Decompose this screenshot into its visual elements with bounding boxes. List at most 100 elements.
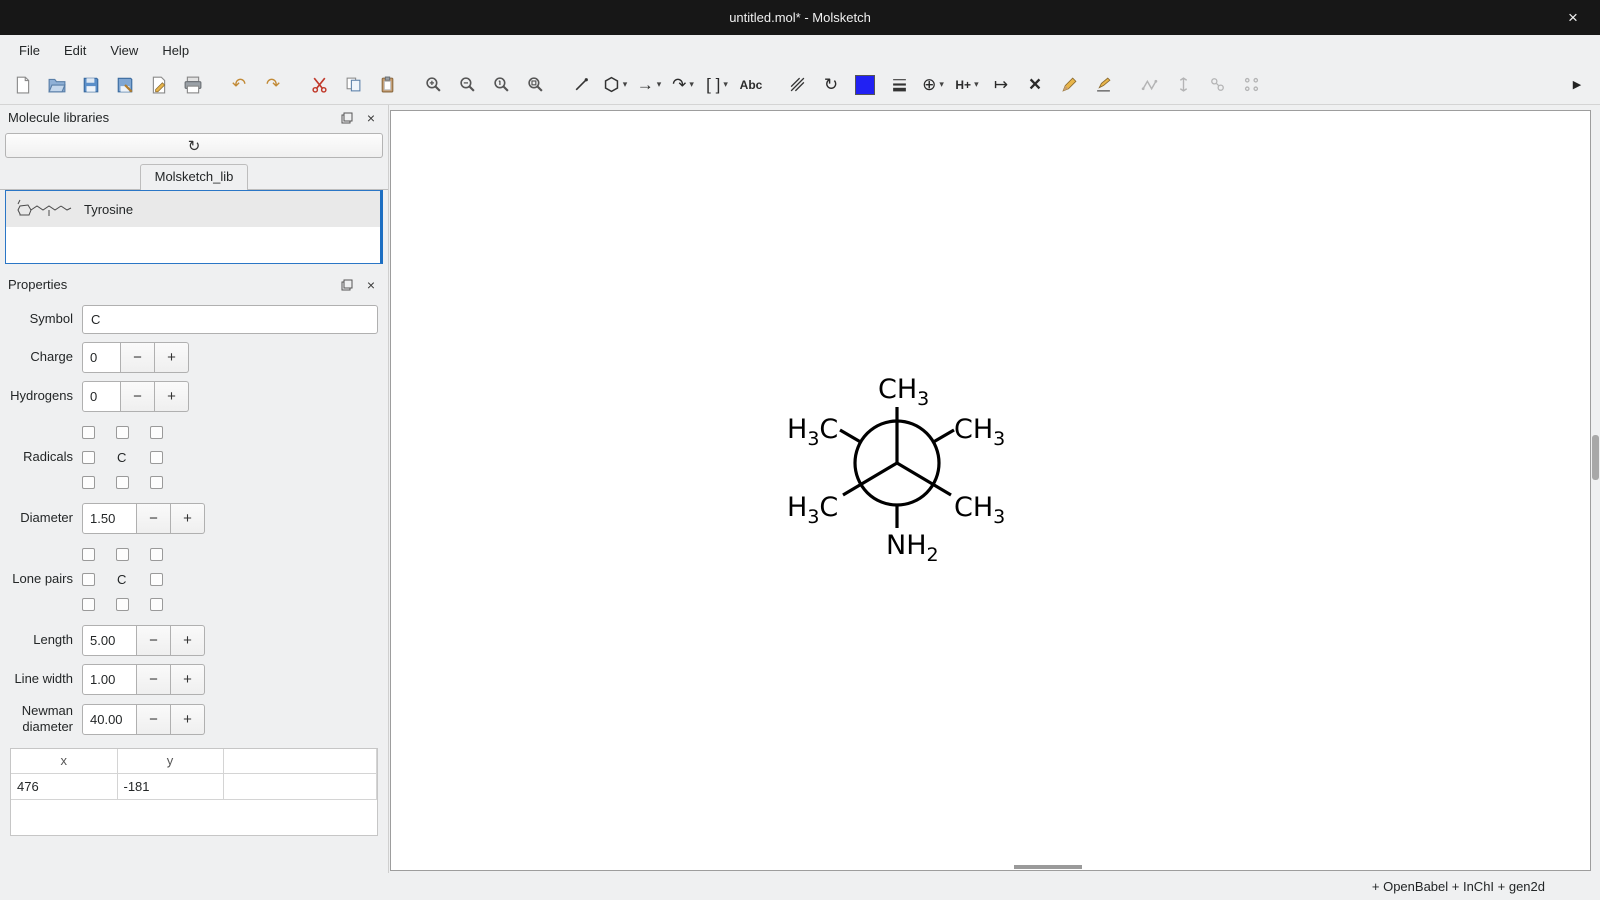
radical-checkbox[interactable] xyxy=(116,476,129,489)
length-decrement-button[interactable]: − xyxy=(137,625,171,656)
line-width-value[interactable]: 1.00 xyxy=(82,664,137,695)
atom-label-upper-left[interactable]: H3C xyxy=(787,414,838,450)
newman-diameter-value[interactable]: 40.00 xyxy=(82,704,137,735)
atom-label-top[interactable]: CH3 xyxy=(878,374,929,410)
cut-button[interactable] xyxy=(304,70,334,100)
front-bond-lower-right[interactable] xyxy=(897,463,951,495)
hatch-tool[interactable] xyxy=(782,70,812,100)
lone-pair-checkbox[interactable] xyxy=(116,548,129,561)
delete-tool[interactable]: × xyxy=(1020,70,1050,100)
chevron-down-icon[interactable]: ▾ xyxy=(657,79,662,90)
save-file-button[interactable] xyxy=(76,70,106,100)
menu-help[interactable]: Help xyxy=(151,39,200,62)
zoom-fit-button[interactable] xyxy=(520,70,550,100)
radical-checkbox[interactable] xyxy=(150,451,163,464)
coordinate-y-cell[interactable]: -181 xyxy=(117,774,223,800)
chevron-down-icon[interactable]: ▾ xyxy=(689,79,694,90)
diameter-decrement-button[interactable]: − xyxy=(137,503,171,534)
radical-checkbox[interactable] xyxy=(82,426,95,439)
library-list[interactable]: Tyrosine xyxy=(5,190,383,264)
line-width-increment-button[interactable]: + xyxy=(171,664,205,695)
symbol-input[interactable]: C xyxy=(82,305,378,334)
menu-view[interactable]: View xyxy=(99,39,149,62)
charge-increment-button[interactable]: + xyxy=(155,342,189,373)
radical-checkbox[interactable] xyxy=(150,476,163,489)
line-width-tool[interactable] xyxy=(884,70,914,100)
draw-pencil-tool[interactable] xyxy=(1054,70,1084,100)
lone-pair-checkbox[interactable] xyxy=(82,548,95,561)
lone-pair-checkbox[interactable] xyxy=(82,573,95,586)
chevron-down-icon[interactable]: ▾ xyxy=(939,79,944,90)
atom-label-lower-right[interactable]: CH3 xyxy=(954,492,1005,528)
new-file-button[interactable] xyxy=(8,70,38,100)
copy-button[interactable] xyxy=(338,70,368,100)
color-swatch-button[interactable] xyxy=(850,70,880,100)
zoom-out-button[interactable] xyxy=(452,70,482,100)
window-close-button[interactable]: × xyxy=(1558,0,1588,35)
close-dock-icon[interactable]: × xyxy=(362,109,380,127)
diameter-value[interactable]: 1.50 xyxy=(82,503,137,534)
edit-document-button[interactable] xyxy=(144,70,174,100)
angle-pencil-tool[interactable] xyxy=(1088,70,1118,100)
lone-pair-checkbox[interactable] xyxy=(116,598,129,611)
zoom-in-button[interactable] xyxy=(418,70,448,100)
rotate-tool[interactable]: ↻ xyxy=(816,70,846,100)
open-file-button[interactable] xyxy=(42,70,72,100)
length-increment-button[interactable]: + xyxy=(171,625,205,656)
length-value[interactable]: 5.00 xyxy=(82,625,137,656)
newman-projection-molecule[interactable]: CH3 H3C CH3 H3C CH3 NH2 xyxy=(391,111,1558,862)
vertical-scrollbar-thumb[interactable] xyxy=(1592,435,1599,480)
chevron-down-icon[interactable]: ▾ xyxy=(623,79,628,90)
horizontal-scrollbar-thumb[interactable] xyxy=(1014,865,1082,869)
hydrogens-increment-button[interactable]: + xyxy=(155,381,189,412)
lone-pair-checkbox[interactable] xyxy=(150,598,163,611)
zoom-original-button[interactable] xyxy=(486,70,516,100)
hydrogens-value[interactable]: 0 xyxy=(82,381,121,412)
coordinate-x-cell[interactable]: 476 xyxy=(11,774,117,800)
lone-pair-checkbox[interactable] xyxy=(150,573,163,586)
print-button[interactable] xyxy=(178,70,208,100)
molecule-bonds[interactable] xyxy=(840,407,954,528)
menu-file[interactable]: File xyxy=(8,39,51,62)
paste-button[interactable] xyxy=(372,70,402,100)
float-dock-icon[interactable] xyxy=(338,109,356,127)
hydrogen-map-tool[interactable]: ↦ xyxy=(986,70,1016,100)
save-as-button[interactable] xyxy=(110,70,140,100)
arrow-tool[interactable]: →▾ xyxy=(634,70,664,100)
diameter-increment-button[interactable]: + xyxy=(171,503,205,534)
lone-pair-checkbox[interactable] xyxy=(82,598,95,611)
text-tool[interactable]: Abc xyxy=(736,70,766,100)
drawing-canvas[interactable]: CH3 H3C CH3 H3C CH3 NH2 xyxy=(390,110,1591,871)
tab-molsketch-lib[interactable]: Molsketch_lib xyxy=(140,164,249,190)
list-item-tyrosine[interactable]: Tyrosine xyxy=(6,191,380,227)
chevron-down-icon[interactable]: ▾ xyxy=(723,79,728,90)
undo-button[interactable]: ↶ xyxy=(224,70,254,100)
menu-edit[interactable]: Edit xyxy=(53,39,97,62)
back-bond-upper-left[interactable] xyxy=(840,430,861,442)
atom-label-upper-right[interactable]: CH3 xyxy=(954,414,1005,450)
atom-label-bottom[interactable]: NH2 xyxy=(886,530,939,566)
close-dock-icon[interactable]: × xyxy=(362,276,380,294)
toolbar-extender-button[interactable]: ▶ xyxy=(1562,70,1592,100)
draw-bond-tool[interactable] xyxy=(566,70,596,100)
hydrogens-decrement-button[interactable]: − xyxy=(121,381,155,412)
hydrogen-tool[interactable]: H+▾ xyxy=(952,70,982,100)
mechanism-arrow-tool[interactable]: ↷▾ xyxy=(668,70,698,100)
radical-checkbox[interactable] xyxy=(116,426,129,439)
charge-tool[interactable]: ⊕▾ xyxy=(918,70,948,100)
atom-label-lower-left[interactable]: H3C xyxy=(787,492,838,528)
chevron-down-icon[interactable]: ▾ xyxy=(974,79,979,90)
charge-decrement-button[interactable]: − xyxy=(121,342,155,373)
ring-tool[interactable]: ▾ xyxy=(600,70,630,100)
line-width-decrement-button[interactable]: − xyxy=(137,664,171,695)
radical-checkbox[interactable] xyxy=(150,426,163,439)
front-bond-lower-left[interactable] xyxy=(843,463,897,495)
bracket-tool[interactable]: [ ]▾ xyxy=(702,70,732,100)
back-bond-upper-right[interactable] xyxy=(933,430,954,442)
newman-diameter-increment-button[interactable]: + xyxy=(171,704,205,735)
radical-checkbox[interactable] xyxy=(82,476,95,489)
charge-value[interactable]: 0 xyxy=(82,342,121,373)
redo-button[interactable]: ↷ xyxy=(258,70,288,100)
lone-pair-checkbox[interactable] xyxy=(150,548,163,561)
newman-diameter-decrement-button[interactable]: − xyxy=(137,704,171,735)
